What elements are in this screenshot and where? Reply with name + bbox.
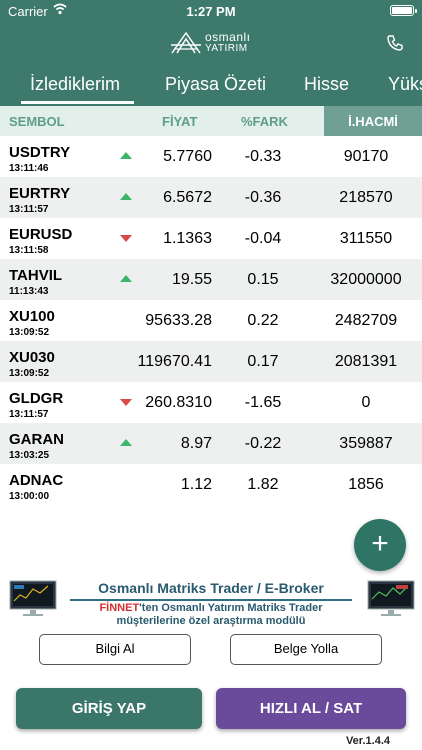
row-price: 19.55 [171, 271, 212, 288]
row-price: 6.5672 [163, 189, 212, 206]
row-time: 13:09:52 [9, 368, 50, 379]
plus-icon: + [371, 527, 389, 560]
row-change: 0.17 [247, 353, 279, 370]
row-volume: 311550 [339, 230, 393, 247]
add-symbol-button[interactable]: + [354, 519, 406, 571]
row-price: 8.97 [180, 435, 212, 452]
banner-subtitle-2: müşterilerine özel araştırma modülü [116, 615, 306, 627]
monitor-icon [367, 580, 415, 616]
row-time: 13:11:57 [9, 409, 49, 420]
row-time: 13:09:52 [9, 327, 50, 338]
banner-subtitle-1-text: 'ten Osmanlı Yatırım Matriks Trader [139, 602, 323, 614]
table-row[interactable]: ADNAC 13:00:00 1.12 1.82 1856 [0, 464, 422, 505]
table-row[interactable]: USDTRY 13:11:46 5.7760 -0.33 90170 [0, 136, 422, 177]
watchlist-table: USDTRY 13:11:46 5.7760 -0.33 90170 EURTRY 13:1… [0, 136, 422, 505]
status-time: 1:27 PM [186, 4, 236, 19]
banner-divider [70, 599, 352, 601]
table-row[interactable]: XU100 13:09:52 95633.28 0.22 2482709 [0, 300, 422, 341]
row-time: 13:03:25 [9, 450, 50, 461]
row-volume: 90170 [343, 148, 389, 165]
tab-watchlist[interactable]: İzlediklerim [30, 74, 120, 95]
row-volume: 0 [361, 394, 371, 411]
row-change: -1.65 [244, 394, 282, 411]
row-price: 5.7760 [163, 148, 212, 165]
table-row[interactable]: TAHVIL 11:13:43 19.55 0.15 32000000 [0, 259, 422, 300]
row-change: -0.36 [244, 189, 282, 206]
header: Carrier 1:27 PM osmanlı YATIRIM İzledikl… [0, 0, 422, 106]
table-row[interactable]: EURUSD 13:11:58 1.1363 -0.04 311550 [0, 218, 422, 259]
column-header: SEMBOL FİYAT %FARK İ.HACMİ [0, 106, 422, 136]
brand-logo: osmanlı YATIRIM [170, 30, 251, 56]
row-symbol: ADNAC [9, 472, 64, 489]
row-time: 13:11:57 [9, 204, 49, 215]
row-time: 13:11:58 [9, 245, 49, 256]
phone-icon[interactable] [386, 34, 404, 52]
row-symbol: GARAN [9, 431, 64, 448]
battery-icon [390, 5, 417, 16]
status-bar: Carrier 1:27 PM [0, 0, 422, 24]
banner-title: Osmanlı Matriks Trader / E-Broker [98, 580, 324, 596]
row-volume: 218570 [339, 189, 393, 206]
logo-icon [171, 31, 201, 54]
tab-stocks[interactable]: Hisse [304, 74, 349, 95]
tab-market-summary[interactable]: Piyasa Özeti [165, 74, 266, 95]
row-symbol: EURUSD [9, 226, 73, 243]
table-row[interactable]: EURTRY 13:11:57 6.5672 -0.36 218570 [0, 177, 422, 218]
tab-more[interactable]: Yüks [388, 74, 422, 95]
row-volume: 359887 [339, 435, 393, 452]
banner-brand: FİNNET [99, 602, 140, 614]
row-symbol: USDTRY [9, 144, 71, 161]
column-change[interactable]: %FARK [241, 114, 288, 129]
arrow-down-icon [120, 235, 132, 242]
row-time: 11:13:43 [9, 286, 49, 297]
version-label: Ver.1.4.4 [345, 735, 390, 747]
column-volume[interactable]: İ.HACMİ [324, 106, 422, 136]
row-time: 13:11:46 [9, 163, 49, 174]
row-change: 0.22 [247, 312, 279, 329]
row-volume: 1856 [348, 476, 384, 493]
table-row[interactable]: XU030 13:09:52 119670.41 0.17 2081391 [0, 341, 422, 382]
send-document-button[interactable]: Belge Yolla [230, 634, 382, 665]
arrow-up-icon [120, 193, 132, 200]
brand-line2: YATIRIM [205, 43, 248, 54]
row-change: -0.04 [244, 230, 282, 247]
arrow-down-icon [120, 399, 132, 406]
row-price: 95633.28 [145, 312, 212, 329]
arrow-up-icon [120, 152, 132, 159]
row-volume: 2482709 [334, 312, 398, 329]
row-symbol: GLDGR [9, 390, 64, 407]
row-volume: 32000000 [330, 271, 402, 288]
row-change: -0.33 [244, 148, 282, 165]
login-button[interactable]: GİRİŞ YAP [16, 688, 202, 729]
row-symbol: EURTRY [9, 185, 71, 202]
table-row[interactable]: GARAN 13:03:25 8.97 -0.22 359887 [0, 423, 422, 464]
tab-active-indicator [21, 101, 134, 104]
quick-trade-button[interactable]: HIZLI AL / SAT [216, 688, 406, 729]
row-change: -0.22 [244, 435, 282, 452]
row-time: 13:00:00 [9, 491, 50, 502]
monitor-icon [9, 580, 57, 616]
row-symbol: XU100 [9, 308, 55, 325]
info-button[interactable]: Bilgi Al [39, 634, 191, 665]
row-symbol: TAHVIL [9, 267, 63, 284]
column-price[interactable]: FİYAT [162, 114, 197, 129]
row-change: 1.82 [247, 476, 279, 493]
row-price: 1.12 [180, 476, 212, 493]
brand-text: osmanlı YATIRIM [205, 30, 251, 54]
row-symbol: XU030 [9, 349, 55, 366]
promo-banner[interactable]: Osmanlı Matriks Trader / E-Broker FİNNET… [0, 575, 422, 630]
arrow-up-icon [120, 439, 132, 446]
tab-bar: İzlediklerim Piyasa Özeti Hisse Yüks [0, 64, 422, 106]
banner-subtitle-1: FİNNET'ten Osmanlı Yatırım Matriks Trade… [70, 602, 352, 614]
row-price: 119670.41 [137, 353, 212, 370]
row-volume: 2081391 [334, 353, 398, 370]
brand-line1: osmanlı [205, 30, 251, 44]
table-row[interactable]: GLDGR 13:11:57 260.8310 -1.65 0 [0, 382, 422, 423]
row-price: 1.1363 [163, 230, 212, 247]
arrow-up-icon [120, 275, 132, 282]
column-symbol[interactable]: SEMBOL [9, 114, 65, 129]
row-price: 260.8310 [145, 394, 212, 411]
row-change: 0.15 [247, 271, 279, 288]
